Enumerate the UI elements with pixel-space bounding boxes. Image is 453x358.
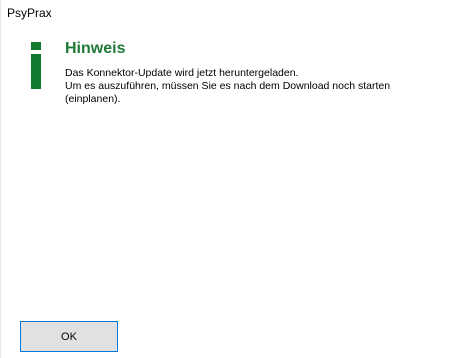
message-line: Um es auszuführen, müssen Sie es nach de… <box>65 80 391 92</box>
dialog-message: Das Konnektor-Update wird jetzt herunter… <box>65 67 390 106</box>
message-line: (einplanen). <box>65 93 121 105</box>
message-line: Das Konnektor-Update wird jetzt herunter… <box>65 67 299 79</box>
ok-button[interactable]: OK <box>20 321 118 352</box>
info-icon <box>29 42 45 90</box>
info-icon-stem <box>31 54 41 89</box>
window-title: PsyPrax <box>7 6 52 20</box>
info-icon-dot <box>31 42 41 50</box>
dialog-window: PsyPrax Hinweis Das Konnektor-Update wir… <box>0 0 453 358</box>
dialog-heading: Hinweis <box>65 40 126 57</box>
